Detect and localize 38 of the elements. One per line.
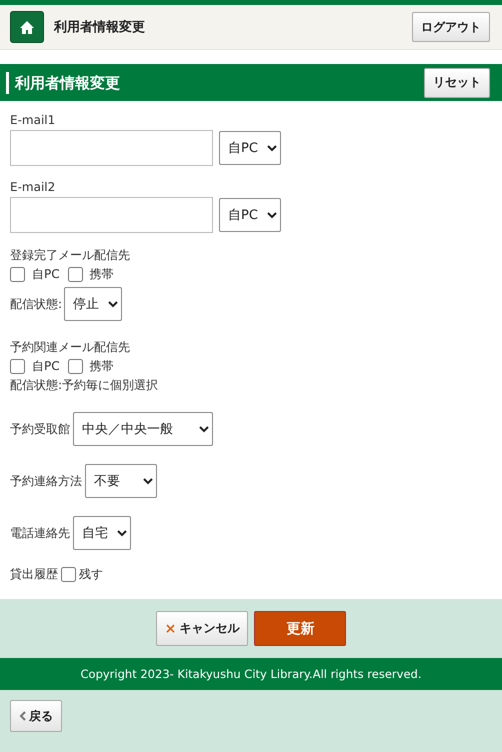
field-label: 貸出履歴 (10, 566, 58, 583)
checkbox[interactable] (10, 267, 25, 282)
checkbox[interactable] (61, 567, 76, 582)
field-label: 予約連絡方法 (10, 472, 82, 490)
address-select[interactable]: 自PC (219, 131, 281, 165)
status-select[interactable]: 停止 (64, 287, 122, 321)
back-button[interactable]: 戻る (10, 700, 62, 732)
home-icon (19, 20, 35, 34)
checkbox[interactable] (68, 267, 83, 282)
home-button[interactable] (10, 11, 44, 43)
checkbox[interactable] (68, 359, 83, 374)
field-label: E-mail2 (10, 180, 56, 194)
checkbox-label: 携帯 (90, 358, 114, 375)
field-label: 予約関連メール配信先 (10, 339, 131, 356)
checkbox-label: 自PC (32, 358, 60, 375)
page-title: 利用者情報変更 (54, 18, 146, 36)
field-label: 配信状態: (10, 296, 62, 312)
reset-button[interactable]: リセット (424, 68, 490, 98)
email-field[interactable] (10, 197, 213, 233)
cancel-button[interactable]: × キャンセル (156, 611, 248, 646)
update-button[interactable]: 更新 (254, 611, 346, 646)
logout-button[interactable]: ログアウト (412, 12, 490, 42)
copyright-text: Copyright 2023- Kitakyushu City Library.All rights reserved. (80, 667, 422, 681)
option-select[interactable]: 中央／中央一般 (73, 412, 213, 446)
field-label: 登録完了メール配信先 (10, 247, 131, 264)
status-text: 配信状態:予約毎に個別選択 (10, 377, 160, 394)
address-select[interactable]: 自PC (219, 198, 281, 232)
checkbox-label: 携帯 (90, 266, 114, 283)
field-label: E-mail1 (10, 113, 56, 127)
checkbox[interactable] (10, 359, 25, 374)
option-select[interactable]: 不要 (85, 464, 157, 498)
field-label: 予約受取館 (10, 420, 70, 438)
checkbox-label: 自PC (32, 266, 60, 283)
field-label: 電話連絡先 (10, 524, 70, 542)
option-select[interactable]: 自宅 (73, 516, 131, 550)
checkbox-label: 残す (79, 566, 103, 583)
email-field[interactable] (10, 130, 213, 166)
chevron-left-icon (19, 711, 26, 721)
